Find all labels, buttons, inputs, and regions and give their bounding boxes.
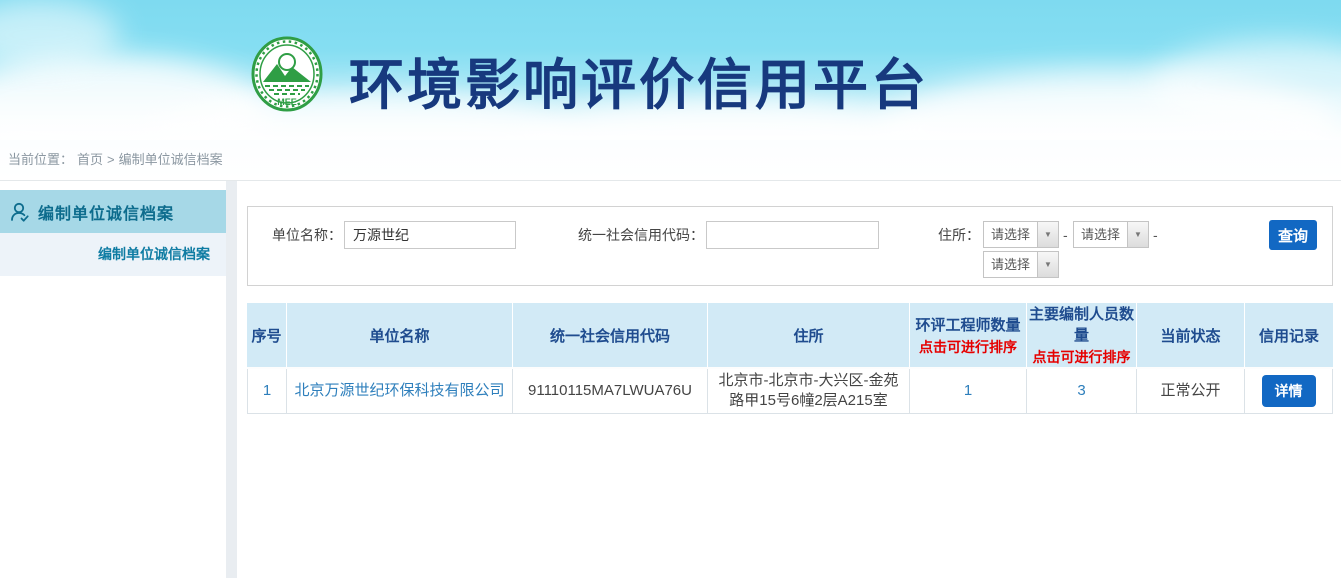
sidebar-item-label: 编制单位诚信档案 bbox=[38, 200, 174, 224]
sidebar-subitem-label: 编制单位诚信档案 bbox=[98, 246, 210, 262]
staff-count-link[interactable]: 3 bbox=[1077, 382, 1085, 399]
col-header-address: 住所 bbox=[708, 303, 910, 369]
user-check-icon bbox=[9, 201, 31, 223]
chevron-down-icon[interactable]: ▼ bbox=[1037, 252, 1058, 277]
cell-credit-code: 91110115MA7LWUA76U bbox=[513, 369, 708, 414]
col-header-engineer-count-label: 环评工程师数量 bbox=[910, 314, 1026, 335]
cell-status: 正常公开 bbox=[1137, 369, 1245, 414]
breadcrumb: 当前位置： 首页 > 编制单位诚信档案 bbox=[0, 140, 1341, 181]
table-row: 1 北京万源世纪环保科技有限公司 91110115MA7LWUA76U 北京市-… bbox=[247, 369, 1333, 414]
company-name-label: 单位名称： bbox=[254, 221, 342, 249]
col-header-staff-count[interactable]: 主要编制人员数量 点击可进行排序 bbox=[1027, 303, 1137, 369]
sidebar-subitem-credit-archive[interactable]: 编制单位诚信档案 bbox=[0, 233, 226, 276]
company-link[interactable]: 北京万源世纪环保科技有限公司 bbox=[294, 382, 504, 399]
breadcrumb-home-link[interactable]: 首页 bbox=[77, 152, 103, 167]
col-header-company: 单位名称 bbox=[287, 303, 513, 369]
address-district-select[interactable]: 请选择 ▼ bbox=[983, 251, 1059, 278]
col-header-credit-record: 信用记录 bbox=[1245, 303, 1333, 369]
col-header-code: 统一社会信用代码 bbox=[513, 303, 708, 369]
chevron-down-icon[interactable]: ▼ bbox=[1037, 222, 1058, 247]
engineer-count-link[interactable]: 1 bbox=[964, 382, 972, 399]
sort-hint[interactable]: 点击可进行排序 bbox=[1027, 347, 1136, 367]
credit-code-input[interactable] bbox=[706, 221, 879, 249]
select-value: 请选择 bbox=[984, 222, 1037, 247]
address-label: 住所： bbox=[924, 221, 980, 249]
col-header-engineer-count[interactable]: 环评工程师数量 点击可进行排序 bbox=[910, 303, 1027, 369]
sort-hint[interactable]: 点击可进行排序 bbox=[910, 337, 1026, 357]
table-header-row: 序号 单位名称 统一社会信用代码 住所 环评工程师数量 点击可进行排序 主要编制… bbox=[247, 303, 1333, 369]
logo-mee-text: MEE bbox=[277, 97, 297, 107]
site-title: 环境影响评价信用平台 bbox=[349, 40, 929, 120]
address-dash: - bbox=[1153, 221, 1158, 249]
sidebar-item-credit-archive-active[interactable]: 编制单位诚信档案 bbox=[0, 190, 226, 233]
breadcrumb-current: 编制单位诚信档案 bbox=[119, 152, 223, 167]
credit-code-label: 统一社会信用代码： bbox=[574, 221, 704, 249]
chevron-down-icon[interactable]: ▼ bbox=[1127, 222, 1148, 247]
sidebar-divider bbox=[226, 181, 237, 578]
address-dash: - bbox=[1063, 221, 1068, 249]
cell-index: 1 bbox=[247, 369, 287, 414]
search-form: 单位名称： 统一社会信用代码： 住所： 请选择 ▼ - 请选择 ▼ - 请选择 … bbox=[247, 206, 1333, 286]
address-city-select[interactable]: 请选择 ▼ bbox=[1073, 221, 1149, 248]
breadcrumb-separator: > bbox=[107, 152, 115, 167]
mee-logo-icon: MEE bbox=[249, 36, 325, 112]
main-content: 单位名称： 统一社会信用代码： 住所： 请选择 ▼ - 请选择 ▼ - 请选择 … bbox=[237, 181, 1341, 578]
select-value: 请选择 bbox=[984, 252, 1037, 277]
breadcrumb-prefix: 当前位置： bbox=[8, 152, 73, 167]
address-province-select[interactable]: 请选择 ▼ bbox=[983, 221, 1059, 248]
company-name-input[interactable] bbox=[344, 221, 516, 249]
page-header: MEE 环境影响评价信用平台 当前位置： 首页 > 编制单位诚信档案 bbox=[0, 0, 1341, 181]
page-body: 编制单位诚信档案 编制单位诚信档案 单位名称： 统一社会信用代码： 住所： 请选… bbox=[0, 181, 1341, 578]
col-header-index: 序号 bbox=[247, 303, 287, 369]
query-button[interactable]: 查询 bbox=[1269, 220, 1317, 250]
col-header-staff-count-label: 主要编制人员数量 bbox=[1027, 303, 1136, 345]
col-header-status: 当前状态 bbox=[1137, 303, 1245, 369]
results-table: 序号 单位名称 统一社会信用代码 住所 环评工程师数量 点击可进行排序 主要编制… bbox=[247, 303, 1333, 414]
sidebar: 编制单位诚信档案 编制单位诚信档案 bbox=[0, 181, 226, 578]
cell-address: 北京市-北京市-大兴区-金苑路甲15号6幢2层A215室 bbox=[708, 369, 910, 414]
detail-button[interactable]: 详情 bbox=[1262, 375, 1316, 407]
select-value: 请选择 bbox=[1074, 222, 1127, 247]
